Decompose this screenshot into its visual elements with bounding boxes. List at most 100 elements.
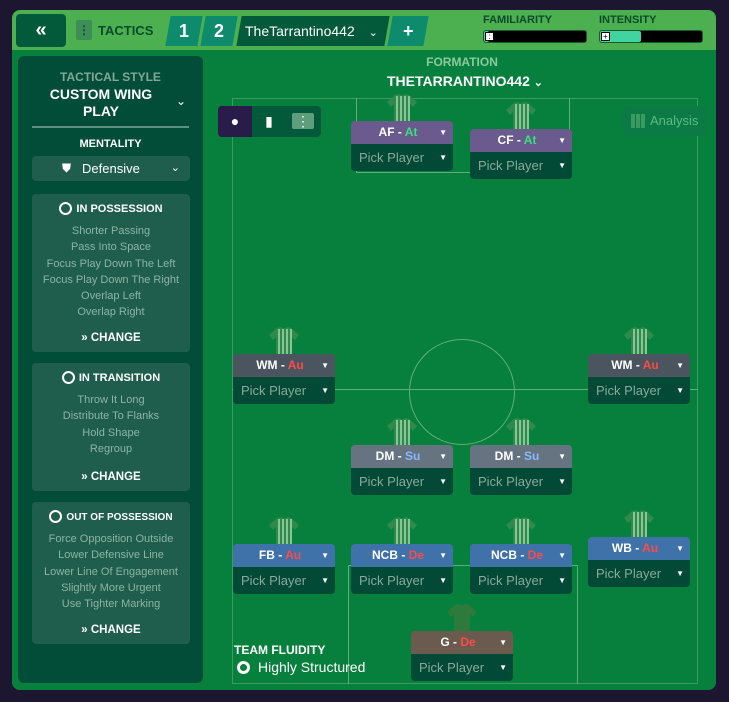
pick-player-dropdown[interactable]: Pick Player ▼ [351, 567, 453, 594]
grid-icon [631, 114, 645, 128]
in-possession-section: IN POSSESSION Shorter Passing Pass Into S… [32, 194, 190, 352]
shield-icon: ⛊ [62, 161, 72, 175]
stats-view-button[interactable]: ▮ [252, 106, 286, 137]
dropdown-arrow-icon: ▼ [676, 361, 684, 370]
hexagon-icon [237, 661, 250, 674]
tactics-icon: ⋮ [76, 20, 92, 40]
shirt-icon [506, 101, 536, 132]
player-slot: NCB - De ▼ Pick Player ▼ [470, 544, 572, 594]
tactical-style-value[interactable]: CUSTOM WING PLAY [36, 86, 166, 120]
transition-icon [61, 371, 75, 384]
dropdown-arrow-icon: ▼ [499, 663, 507, 672]
team-fluidity-value: Highly Structured [237, 659, 365, 675]
tactic-slot-2[interactable]: 2 [200, 16, 238, 46]
chevron-down-icon[interactable]: ⌄ [176, 94, 186, 108]
formation-label: FORMATION [426, 55, 498, 69]
player-slot: DM - Su ▼ Pick Player ▼ [470, 445, 572, 495]
dropdown-arrow-icon: ▼ [321, 551, 329, 560]
role-selector[interactable]: NCB - De ▼ [351, 544, 453, 567]
shirt-icon [624, 509, 654, 540]
pick-player-dropdown[interactable]: Pick Player ▼ [351, 144, 453, 171]
pick-player-dropdown[interactable]: Pick Player ▼ [470, 567, 572, 594]
bar-chart-icon: ▮ [265, 113, 273, 129]
familiarity-bar: : [483, 30, 587, 43]
pick-player-dropdown[interactable]: Pick Player ▼ [588, 377, 690, 404]
back-button[interactable]: « [16, 14, 66, 47]
role-selector[interactable]: G - De ▼ [411, 631, 513, 654]
player-slot: AF - At ▼ Pick Player ▼ [351, 121, 453, 171]
mentality-dropdown[interactable]: ⛊ Defensive ⌄ [32, 156, 190, 181]
role-selector[interactable]: NCB - De ▼ [470, 544, 572, 567]
pick-player-dropdown[interactable]: Pick Player ▼ [588, 560, 690, 587]
player-view-button[interactable]: ● [218, 106, 252, 137]
role-selector[interactable]: WM - Au ▼ [233, 354, 335, 377]
divider [32, 126, 189, 128]
role-selector[interactable]: DM - Su ▼ [470, 445, 572, 468]
pick-player-dropdown[interactable]: Pick Player ▼ [233, 567, 335, 594]
shirt-icon [624, 326, 654, 357]
pick-player-dropdown[interactable]: Pick Player ▼ [233, 377, 335, 404]
in-transition-section: IN TRANSITION Throw It Long Distribute To… [32, 363, 190, 491]
change-button[interactable]: » CHANGE [32, 471, 190, 483]
pick-player-dropdown[interactable]: Pick Player ▼ [411, 654, 513, 681]
ball-icon [49, 510, 63, 523]
role-selector[interactable]: DM - Su ▼ [351, 445, 453, 468]
out-of-possession-section: OUT OF POSSESSION Force Opposition Outsi… [32, 502, 190, 644]
dropdown-arrow-icon: ▼ [676, 544, 684, 553]
formation-dropdown[interactable]: THETARRANTINO442 ⌄ [370, 73, 560, 89]
role-selector[interactable]: WM - Au ▼ [588, 354, 690, 377]
view-toggle: ● ▮ ⋮ [218, 106, 321, 137]
intensity-label: INTENSITY [599, 14, 657, 26]
shirt-icon [447, 603, 477, 634]
double-chevron-left-icon: « [35, 19, 47, 41]
dropdown-arrow-icon: ▼ [439, 551, 447, 560]
dropdown-arrow-icon: ▼ [321, 386, 329, 395]
mentality-label: MENTALITY [79, 138, 142, 150]
dropdown-arrow-icon: ▼ [321, 576, 329, 585]
role-selector[interactable]: AF - At ▼ [351, 121, 453, 144]
change-button[interactable]: » CHANGE [32, 332, 190, 344]
dropdown-arrow-icon: ▼ [439, 128, 447, 137]
dropdown-arrow-icon: ▼ [676, 386, 684, 395]
dropdown-arrow-icon: ▼ [676, 569, 684, 578]
role-selector[interactable]: FB - Au ▼ [233, 544, 335, 567]
tactic-name-dropdown[interactable]: TheTarrantino442 ⌄ [236, 16, 390, 46]
dropdown-arrow-icon: ▼ [558, 452, 566, 461]
tactics-icon: ⋮ [292, 113, 314, 129]
shirt-icon [269, 516, 299, 547]
player-slot: WM - Au ▼ Pick Player ▼ [588, 354, 690, 404]
tactic-slot-1[interactable]: 1 [165, 16, 203, 46]
centre-circle [409, 339, 515, 445]
role-selector[interactable]: WB - Au ▼ [588, 537, 690, 560]
dropdown-arrow-icon: ▼ [439, 153, 447, 162]
player-slot: FB - Au ▼ Pick Player ▼ [233, 544, 335, 594]
shirt-icon [387, 93, 417, 124]
chevron-down-icon: ⌄ [533, 77, 543, 89]
intensity-bar: + [599, 30, 703, 43]
change-button[interactable]: » CHANGE [32, 624, 190, 636]
pick-player-dropdown[interactable]: Pick Player ▼ [351, 468, 453, 495]
player-slot: DM - Su ▼ Pick Player ▼ [351, 445, 453, 495]
analysis-button[interactable]: Analysis [623, 106, 707, 136]
dropdown-arrow-icon: ▼ [439, 452, 447, 461]
add-tactic-button[interactable]: + [387, 16, 429, 46]
dropdown-arrow-icon: ▼ [558, 136, 566, 145]
player-slot: G - De ▼ Pick Player ▼ [411, 631, 513, 681]
sidebar: TACTICAL STYLE CUSTOM WING PLAY ⌄ MENTAL… [18, 56, 203, 683]
dropdown-arrow-icon: ▼ [558, 551, 566, 560]
shirt-icon [269, 326, 299, 357]
role-selector[interactable]: CF - At ▼ [470, 129, 572, 152]
tactics-label: TACTICS [98, 23, 154, 38]
dropdown-arrow-icon: ▼ [499, 638, 507, 647]
tactics-view-button[interactable]: ⋮ [286, 106, 320, 137]
person-icon: ● [230, 113, 240, 129]
pick-player-dropdown[interactable]: Pick Player ▼ [470, 468, 572, 495]
player-slot: NCB - De ▼ Pick Player ▼ [351, 544, 453, 594]
familiarity-label: FAMILIARITY [483, 14, 553, 26]
shirt-icon [387, 417, 417, 448]
dropdown-arrow-icon: ▼ [558, 161, 566, 170]
shirt-icon [387, 516, 417, 547]
pick-player-dropdown[interactable]: Pick Player ▼ [470, 152, 572, 179]
player-slot: WM - Au ▼ Pick Player ▼ [233, 354, 335, 404]
dropdown-arrow-icon: ▼ [558, 576, 566, 585]
